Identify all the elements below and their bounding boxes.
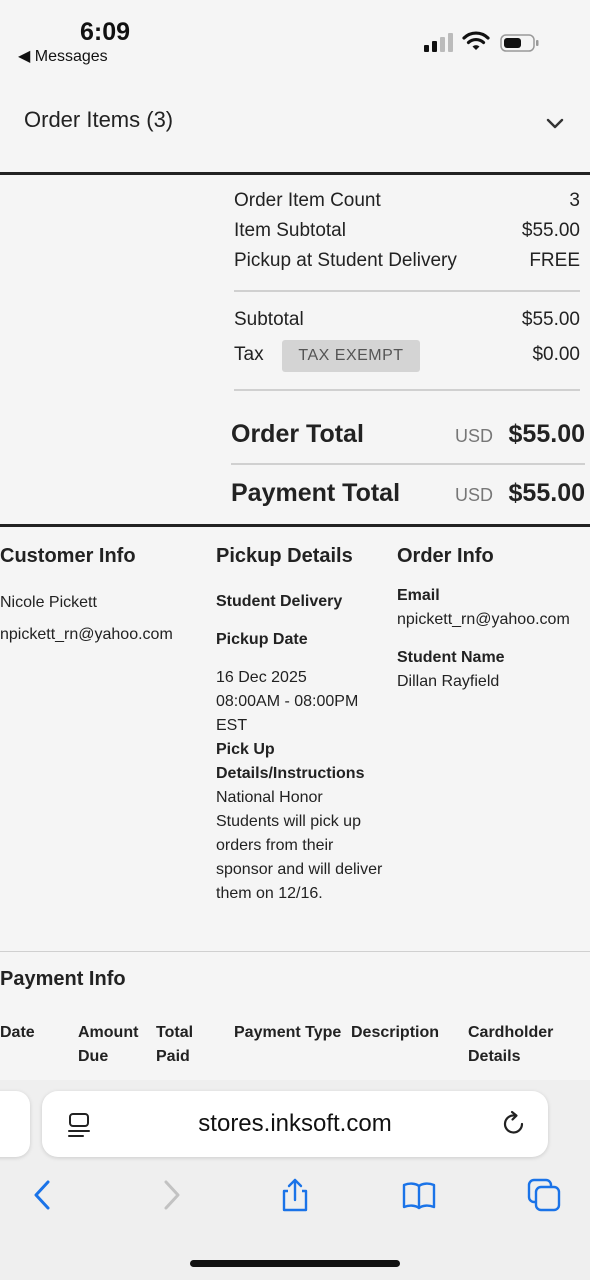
column-header-payment-type: Payment Type [234, 1024, 342, 1041]
wifi-icon [462, 31, 490, 50]
column-header-description: Description [351, 1024, 440, 1041]
payment-info-heading: Payment Info [0, 968, 126, 990]
tabs-icon[interactable] [527, 1178, 561, 1212]
row-value: FREE [529, 250, 580, 271]
pickup-date-label: Pickup Date [216, 631, 308, 648]
section-divider [0, 524, 590, 527]
column-header-amount-due: Amount Due [78, 1024, 139, 1065]
payment-total-value: $55.00 [508, 479, 585, 507]
reader-icon[interactable] [66, 1112, 92, 1138]
order-items-title: Order Items (3) [24, 107, 174, 132]
divider [231, 463, 585, 465]
divider [234, 389, 580, 391]
column-header-cardholder-details: Cardholder Details [468, 1024, 554, 1065]
row-value: $0.00 [532, 344, 580, 365]
pickup-instructions-label: Pick Up Details/Instructions [216, 741, 365, 782]
order-total-label: Order Total [231, 420, 364, 448]
row-label: Pickup at Student Delivery [234, 250, 457, 271]
pickup-instructions: National Honor Students will pick up ord… [216, 789, 383, 902]
status-time: 6:09 [80, 18, 131, 46]
customer-name: Nicole Pickett [0, 594, 97, 611]
home-indicator [190, 1260, 400, 1267]
row-value: $55.00 [521, 220, 580, 241]
bookmarks-icon[interactable] [402, 1178, 436, 1212]
order-total-value: $55.00 [508, 420, 585, 448]
payment-total-label: Payment Total [231, 479, 401, 507]
back-to-messages-link[interactable]: ◀ Messages [18, 46, 108, 66]
forward-icon[interactable] [154, 1178, 188, 1212]
order-info-heading: Order Info [397, 545, 494, 567]
column-header-date: Date [0, 1024, 35, 1041]
previous-tab-preview[interactable] [0, 1091, 30, 1157]
reload-icon[interactable] [500, 1110, 528, 1138]
cellular-signal-icon [424, 33, 453, 52]
share-icon[interactable] [278, 1178, 312, 1212]
pickup-method: Student Delivery [216, 593, 343, 610]
row-label: Item Subtotal [234, 220, 346, 241]
tax-exempt-badge: TAX EXEMPT [282, 340, 420, 372]
customer-info-heading: Customer Info [0, 545, 136, 567]
row-label: Subtotal [234, 309, 304, 330]
customer-email: npickett_rn@yahoo.com [0, 626, 173, 643]
back-icon[interactable] [26, 1178, 60, 1212]
student-name-label: Student Name [397, 649, 505, 666]
column-header-total-paid: Total Paid [156, 1024, 194, 1065]
divider [234, 290, 580, 292]
battery-icon [500, 34, 539, 52]
order-info-column: Email npickett_rn@yahoo.com Student Name… [397, 584, 590, 694]
email-label: Email [397, 587, 440, 604]
chevron-down-icon[interactable] [544, 113, 566, 133]
pickup-date: 16 Dec 2025 [216, 669, 307, 686]
address-bar-url[interactable]: stores.inksoft.com [42, 1091, 548, 1157]
section-divider [0, 172, 590, 175]
divider [0, 951, 590, 952]
row-value: 3 [569, 190, 580, 211]
row-label: Tax [234, 344, 264, 365]
row-label: Order Item Count [234, 190, 381, 211]
currency-label: USD [454, 426, 493, 446]
student-name: Dillan Rayfield [397, 673, 500, 690]
row-value: $55.00 [521, 309, 580, 330]
pickup-time: 08:00AM - 08:00PM EST [216, 693, 359, 734]
pickup-details-column: Student Delivery Pickup Date 16 Dec 2025… [216, 590, 386, 906]
currency-label: USD [454, 485, 493, 505]
pickup-details-heading: Pickup Details [216, 545, 353, 567]
order-email: npickett_rn@yahoo.com [397, 611, 570, 628]
